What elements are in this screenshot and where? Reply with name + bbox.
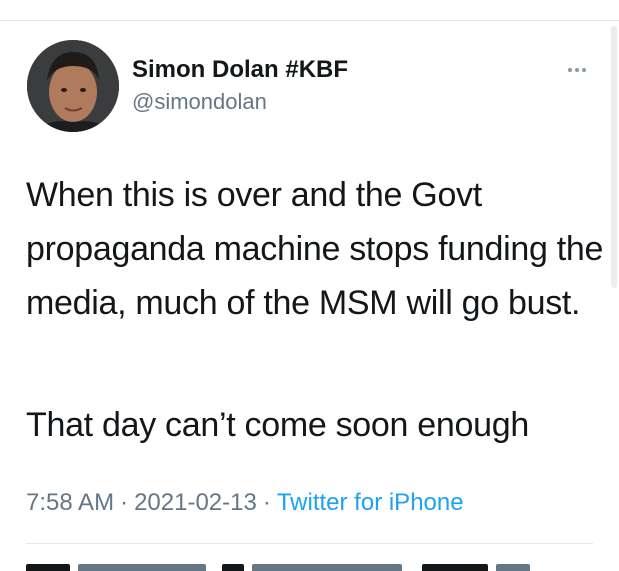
- scrollbar[interactable]: [611, 26, 617, 288]
- avatar-photo: [27, 40, 119, 132]
- more-horizontal-icon-dot-3: [582, 68, 586, 72]
- more-options-button[interactable]: [560, 58, 594, 82]
- meta-separator: ·: [120, 489, 129, 516]
- more-horizontal-icon-dot-2: [575, 68, 579, 72]
- quote-tweets-label-stub[interactable]: [252, 564, 402, 571]
- like-count-stub[interactable]: [422, 564, 488, 571]
- likes-label-stub[interactable]: [496, 564, 530, 571]
- tweet-date[interactable]: 2021-02-13: [134, 489, 257, 516]
- quote-count-stub[interactable]: [222, 564, 244, 571]
- avatar[interactable]: [27, 40, 119, 132]
- more-horizontal-icon: [568, 68, 572, 72]
- tweet-time[interactable]: 7:58 AM: [26, 489, 114, 516]
- tweet-meta: 7:58 AM · 2021-02-13 · Twitter for iPhone: [26, 489, 464, 517]
- retweet-count-stub[interactable]: [26, 564, 70, 571]
- engagement-stats-row: [26, 558, 606, 571]
- bottom-divider: [26, 543, 593, 544]
- retweets-label-stub[interactable]: [78, 564, 206, 571]
- author-handle[interactable]: @simondolan: [132, 89, 267, 115]
- meta-separator-2: ·: [262, 489, 271, 516]
- tweet-source-link[interactable]: Twitter for iPhone: [277, 489, 464, 516]
- tweet-text-paragraph-1: When this is over and the Govt propagand…: [26, 176, 604, 322]
- top-divider: [0, 20, 619, 21]
- tweet-text-paragraph-2: That day can’t come soon enough: [26, 406, 529, 444]
- author-display-name[interactable]: Simon Dolan #KBF: [132, 56, 348, 84]
